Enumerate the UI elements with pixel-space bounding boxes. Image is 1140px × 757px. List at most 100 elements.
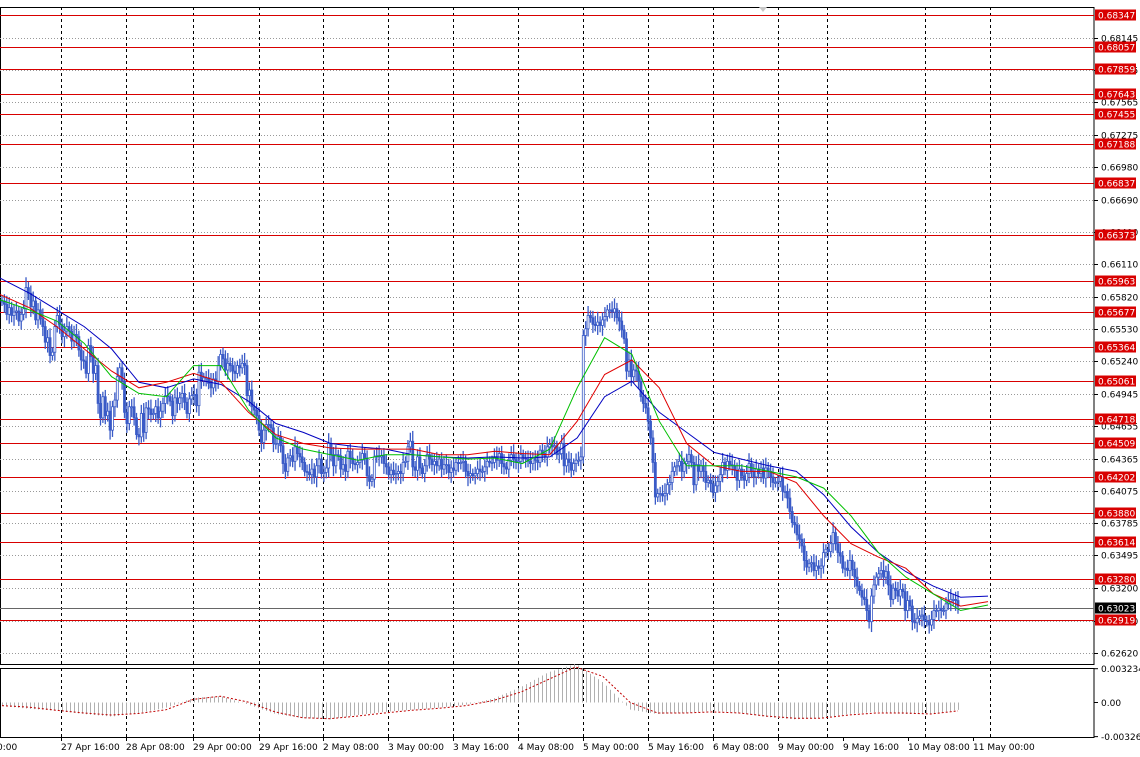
candle-body	[891, 587, 895, 600]
time-label: 10 May 08:00	[908, 743, 970, 753]
candle-body	[341, 464, 345, 470]
candle-body	[500, 453, 504, 464]
candle-body	[754, 468, 758, 478]
candle-body	[591, 317, 595, 325]
candle-body	[19, 313, 23, 322]
candle-body	[276, 436, 280, 444]
candle-body	[404, 460, 407, 463]
candle-body	[485, 460, 489, 468]
candle-body	[853, 568, 857, 578]
price-chart[interactable]: 0.681450.678550.675650.672750.669800.666…	[0, 0, 1140, 757]
candle-body	[394, 473, 398, 476]
candle-body	[459, 462, 463, 464]
price-tick-label: 0.65530	[1101, 326, 1138, 336]
osc-tick-label: 0.00	[1101, 699, 1121, 709]
candle-body	[260, 429, 263, 443]
candle-body	[418, 456, 422, 469]
candle-body	[168, 396, 172, 402]
candle-body	[248, 389, 251, 397]
candle-body	[817, 565, 821, 569]
time-label: 5 May 16:00	[648, 743, 704, 753]
candle-body	[53, 326, 57, 353]
candle-body	[423, 465, 427, 474]
candle-body	[187, 398, 191, 414]
candle-body	[420, 467, 424, 474]
candle-body	[322, 472, 326, 474]
candle-body	[363, 453, 367, 459]
candle-body	[22, 308, 26, 315]
candle-body	[216, 365, 220, 382]
level-label: 0.63880	[1098, 510, 1135, 520]
candle-body	[144, 407, 148, 433]
candle-body	[553, 445, 556, 448]
candle-body	[783, 490, 787, 493]
time-label: 4 May 08:00	[518, 743, 574, 753]
candle-body	[324, 467, 328, 473]
candle-body	[456, 462, 460, 464]
candle-body	[223, 358, 227, 371]
level-label: 0.63280	[1098, 576, 1135, 586]
candle-body	[444, 464, 448, 467]
candle-body	[113, 399, 117, 408]
main-plot-frame	[0, 7, 1095, 665]
time-label: 6 May 08:00	[713, 743, 769, 753]
candle-body	[836, 543, 840, 554]
candle-body	[384, 463, 388, 468]
candle-body	[139, 413, 143, 438]
candle-body	[240, 362, 244, 369]
candle-body	[786, 490, 789, 499]
candle-body	[464, 460, 467, 472]
candle-body	[548, 444, 552, 448]
oscillator-plot-frame	[0, 668, 1095, 738]
candle-body	[886, 571, 890, 586]
candle-body	[752, 470, 756, 478]
candle-body	[293, 446, 297, 462]
candle-body	[927, 621, 931, 626]
candle-body	[36, 309, 40, 321]
candle-body	[219, 354, 222, 366]
level-label: 0.67859	[1098, 66, 1135, 76]
candle-body	[812, 562, 816, 571]
candle-body	[471, 473, 475, 477]
candle-body	[358, 459, 362, 463]
current-price-label: 0.63023	[1098, 605, 1135, 615]
candle-body	[396, 470, 400, 474]
candle-body	[934, 610, 938, 612]
candle-body	[742, 475, 746, 481]
candle-body	[829, 543, 833, 552]
candle-body	[586, 315, 590, 330]
chart-window[interactable]: 0.681450.678550.675650.672750.669800.666…	[0, 0, 1140, 757]
candle-body	[79, 349, 83, 361]
time-label: 3 May 00:00	[388, 743, 444, 753]
level-label: 0.66373	[1098, 232, 1135, 242]
candle-body	[43, 326, 47, 343]
candle-body	[111, 406, 114, 431]
candle-body	[716, 480, 720, 487]
candle-body	[401, 462, 405, 474]
candle-body	[577, 459, 580, 462]
candle-body	[846, 567, 849, 571]
candle-body	[598, 321, 602, 326]
candle-body	[7, 307, 11, 315]
candle-body	[745, 473, 749, 481]
price-tick-label: 0.63495	[1101, 552, 1138, 562]
candle-body	[610, 309, 614, 313]
candle-body	[529, 460, 532, 464]
candle-body	[416, 456, 419, 471]
candle-body	[872, 584, 876, 597]
candle-body	[858, 585, 861, 591]
candle-body	[267, 424, 271, 426]
candle-body	[682, 463, 686, 472]
candle-body	[490, 462, 494, 464]
candle-body	[339, 455, 343, 470]
candle-body	[481, 470, 484, 473]
price-tick-label: 0.66980	[1101, 164, 1138, 174]
candle-body	[879, 570, 883, 575]
candle-body	[353, 463, 357, 466]
candle-body	[332, 454, 335, 467]
time-label: 0:00	[0, 743, 17, 753]
candle-body	[723, 462, 727, 471]
candle-body	[701, 465, 705, 472]
candle-body	[387, 466, 391, 476]
candle-body	[584, 328, 588, 336]
